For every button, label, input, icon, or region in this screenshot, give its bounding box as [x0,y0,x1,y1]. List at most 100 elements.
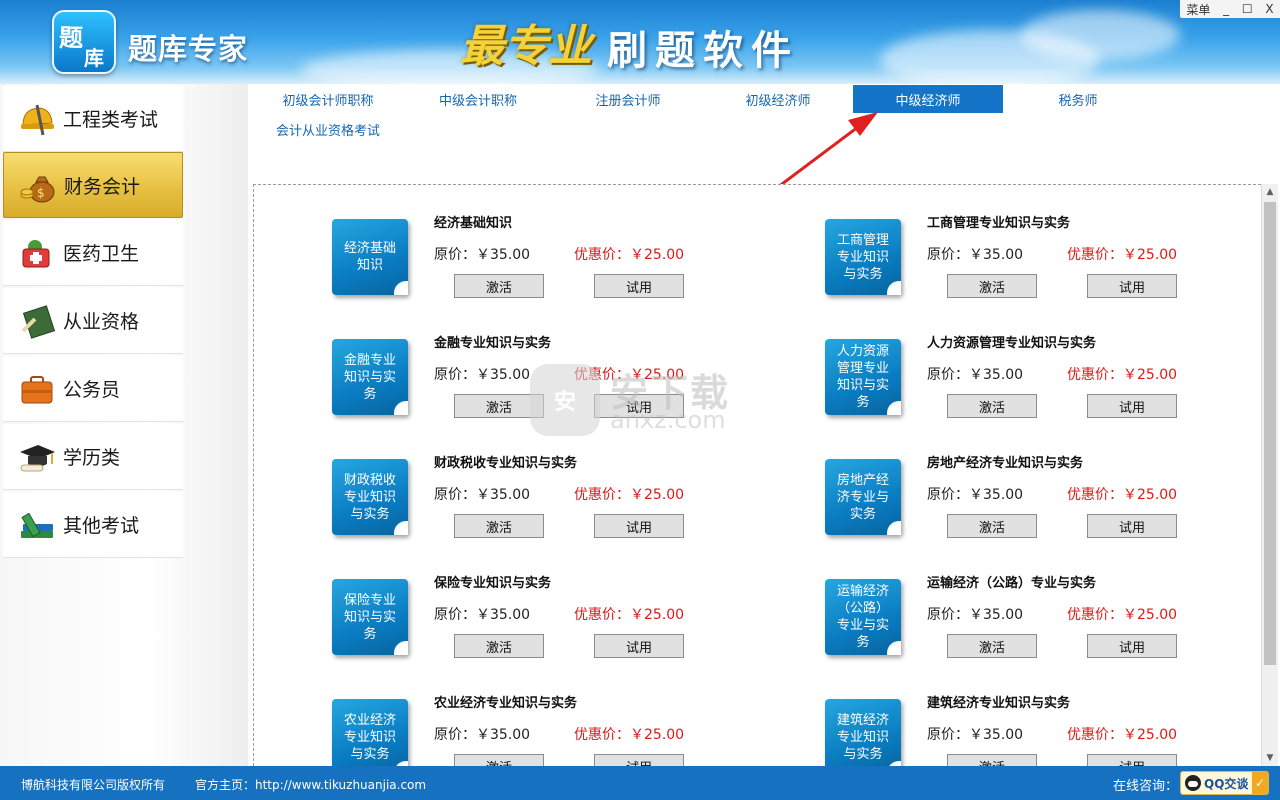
product-card: 建筑经济专业知识与实务 建筑经济专业知识与实务 原价：￥35.00 优惠价：￥2… [825,675,1225,766]
scroll-thumb[interactable] [1264,202,1276,665]
activate-button[interactable]: 激活 [947,274,1037,298]
tab-junior-accountant[interactable]: 初级会计师职称 [253,85,403,113]
product-cover[interactable]: 财政税收专业知识与实务 [332,459,408,535]
sidebar-item-label: 学历类 [63,447,121,469]
trial-button[interactable]: 试用 [1087,754,1177,766]
tab-intermediate-accounting[interactable]: 中级会计职称 [403,85,553,113]
trial-button[interactable]: 试用 [594,394,684,418]
scroll-down-arrow-icon[interactable]: ▼ [1262,750,1278,766]
original-price: 原价：￥35.00 [927,247,1024,263]
cover-label: 运输经济（公路）专业与实务 [836,584,889,650]
tab-tax-advisor[interactable]: 税务师 [1003,85,1153,113]
activate-button[interactable]: 激活 [947,394,1037,418]
product-name: 建筑经济专业知识与实务 [927,696,1071,711]
sidebar-item-education[interactable]: 学历类 [3,424,183,490]
tab-cpa[interactable]: 注册会计师 [553,85,703,113]
product-cover[interactable]: 运输经济（公路）专业与实务 [825,579,901,655]
qq-chat-button[interactable]: QQ交谈 ✓ [1180,771,1269,795]
sidebar-item-label: 公务员 [63,379,121,401]
books-icon [15,503,59,547]
sidebar-item-qualification[interactable]: 从业资格 [3,288,183,354]
maximize-button[interactable]: ☐ [1240,2,1255,16]
product-cover[interactable]: 建筑经济专业知识与实务 [825,699,901,766]
original-price: 原价：￥35.00 [927,487,1024,503]
activate-button[interactable]: 激活 [947,634,1037,658]
product-cover[interactable]: 保险专业知识与实务 [332,579,408,655]
activate-button[interactable]: 激活 [454,754,544,766]
close-button[interactable]: X [1263,2,1275,16]
cover-label: 保险专业知识与实务 [343,592,396,642]
activate-button[interactable]: 激活 [454,274,544,298]
activate-button[interactable]: 激活 [454,514,544,538]
svg-text:$: $ [37,186,45,200]
product-cover[interactable]: 经济基础知识 [332,219,408,295]
product-card: 房地产经济专业与实务 房地产经济专业知识与实务 原价：￥35.00 优惠价：￥2… [825,435,1225,545]
cover-label: 金融专业知识与实务 [343,352,396,402]
cover-label: 财政税收专业知识与实务 [343,472,396,522]
original-price: 原价：￥35.00 [434,487,531,503]
menu-button[interactable]: 菜单 [1184,1,1212,18]
cover-label: 经济基础知识 [343,241,396,273]
trial-button[interactable]: 试用 [594,634,684,658]
sale-price: 优惠价：￥25.00 [1067,487,1178,503]
product-card: 保险专业知识与实务 保险专业知识与实务 原价：￥35.00 优惠价：￥25.00… [332,555,732,665]
qq-penguin-icon [1185,775,1201,791]
trial-button[interactable]: 试用 [594,514,684,538]
helmet-icon [15,97,59,141]
sale-price: 优惠价：￥25.00 [1067,727,1178,743]
qq-chat-label: QQ交谈 [1204,776,1249,791]
product-panel: 经济基础知识 经济基础知识 原价：￥35.00 优惠价：￥25.00 激活 试用… [253,184,1261,766]
activate-button[interactable]: 激活 [454,634,544,658]
product-cover[interactable]: 工商管理专业知识与实务 [825,219,901,295]
product-card: 农业经济专业知识与实务 农业经济专业知识与实务 原价：￥35.00 优惠价：￥2… [332,675,732,766]
sidebar-item-label: 从业资格 [63,311,140,333]
trial-button[interactable]: 试用 [594,274,684,298]
sidebar-item-finance[interactable]: $ 财务会计 [3,152,183,218]
product-card: 金融专业知识与实务 金融专业知识与实务 原价：￥35.00 优惠价：￥25.00… [332,315,732,425]
product-card: 人力资源管理专业知识与实务 人力资源管理专业知识与实务 原价：￥35.00 优惠… [825,315,1225,425]
sidebar-item-label: 其他考试 [63,515,140,537]
minimize-button[interactable]: _ [1221,2,1231,16]
money-bag-icon: $ [16,163,60,207]
logo-char-2: 库 [84,46,104,70]
product-cover[interactable]: 金融专业知识与实务 [332,339,408,415]
sale-price: 优惠价：￥25.00 [1067,607,1178,623]
scroll-up-arrow-icon[interactable]: ▲ [1262,184,1278,200]
activate-button[interactable]: 激活 [947,754,1037,766]
sidebar-item-civil-servant[interactable]: 公务员 [3,356,183,422]
tab-intermediate-economist[interactable]: 中级经济师 [853,85,1003,113]
tab-junior-economist[interactable]: 初级经济师 [703,85,853,113]
graduation-cap-icon [15,435,59,479]
product-name: 农业经济专业知识与实务 [434,696,578,711]
original-price: 原价：￥35.00 [434,727,531,743]
product-name: 人力资源管理专业知识与实务 [927,336,1097,351]
activate-button[interactable]: 激活 [454,394,544,418]
product-name: 经济基础知识 [434,216,513,231]
cover-label: 工商管理专业知识与实务 [836,232,889,282]
sidebar-item-medical[interactable]: 医药卫生 [3,220,183,286]
product-name: 运输经济（公路）专业与实务 [927,576,1097,591]
product-cover[interactable]: 房地产经济专业与实务 [825,459,901,535]
trial-button[interactable]: 试用 [1087,394,1177,418]
tab-accounting-qualification[interactable]: 会计从业资格考试 [253,115,403,143]
homepage-link[interactable]: 官方主页：http://www.tikuzhuanjia.com [195,776,426,793]
trial-button[interactable]: 试用 [1087,634,1177,658]
copyright-text: 博航科技有限公司版权所有 [21,778,166,792]
product-card: 经济基础知识 经济基础知识 原价：￥35.00 优惠价：￥25.00 激活 试用 [332,195,732,305]
consult-label: 在线咨询： [1113,779,1179,794]
sidebar-item-other[interactable]: 其他考试 [3,492,183,558]
sale-price: 优惠价：￥25.00 [1067,367,1178,383]
product-cover[interactable]: 人力资源管理专业知识与实务 [825,339,901,415]
original-price: 原价：￥35.00 [434,367,531,383]
product-cover[interactable]: 农业经济专业知识与实务 [332,699,408,766]
product-scrollbar[interactable]: ▲ ▼ [1261,184,1278,766]
original-price: 原价：￥35.00 [927,727,1024,743]
trial-button[interactable]: 试用 [1087,514,1177,538]
status-footer: 博航科技有限公司版权所有 官方主页：http://www.tikuzhuanji… [0,766,1280,800]
activate-button[interactable]: 激活 [947,514,1037,538]
sale-price: 优惠价：￥25.00 [574,367,685,383]
certificate-icon [15,299,59,343]
trial-button[interactable]: 试用 [1087,274,1177,298]
trial-button[interactable]: 试用 [594,754,684,766]
sidebar-item-engineering[interactable]: 工程类考试 [3,86,183,152]
